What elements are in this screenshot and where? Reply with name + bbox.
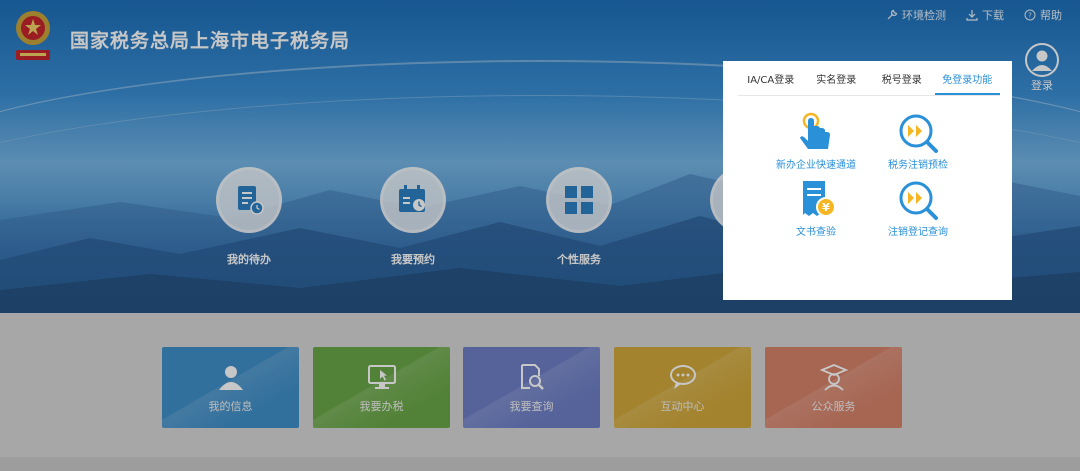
feature-label: 注销登记查询 [888, 227, 948, 238]
feature-label: 新办企业快速通道 [776, 160, 856, 171]
tab-ia-ca-login[interactable]: IA/CA登录 [738, 70, 804, 95]
magnifier-forward-icon [899, 114, 938, 153]
feature-deregistration-query[interactable]: 注销登记查询 [863, 178, 973, 238]
feature-document-verification[interactable]: ¥ 文书查验 [761, 178, 871, 238]
tab-login-free-functions[interactable]: 免登录功能 [934, 70, 1000, 95]
magnifier-forward-icon [899, 181, 938, 220]
feature-new-enterprise-fast-track[interactable]: 新办企业快速通道 [761, 111, 871, 171]
tab-real-name-login[interactable]: 实名登录 [804, 70, 870, 95]
feature-label: 税务注销预检 [888, 160, 948, 171]
tab-tax-id-login[interactable]: 税号登录 [869, 70, 935, 95]
receipt-yen-icon: ¥ [803, 181, 836, 217]
tap-hand-icon [800, 112, 830, 149]
feature-label: 文书查验 [796, 227, 836, 238]
login-panel: IA/CA登录 实名登录 税号登录 免登录功能 新办企业快速通道 税务注销预检 … [723, 61, 1012, 300]
login-tabs: IA/CA登录 实名登录 税号登录 免登录功能 [738, 70, 1000, 96]
feature-deregistration-precheck[interactable]: 税务注销预检 [863, 111, 973, 171]
svg-text:¥: ¥ [822, 201, 830, 214]
